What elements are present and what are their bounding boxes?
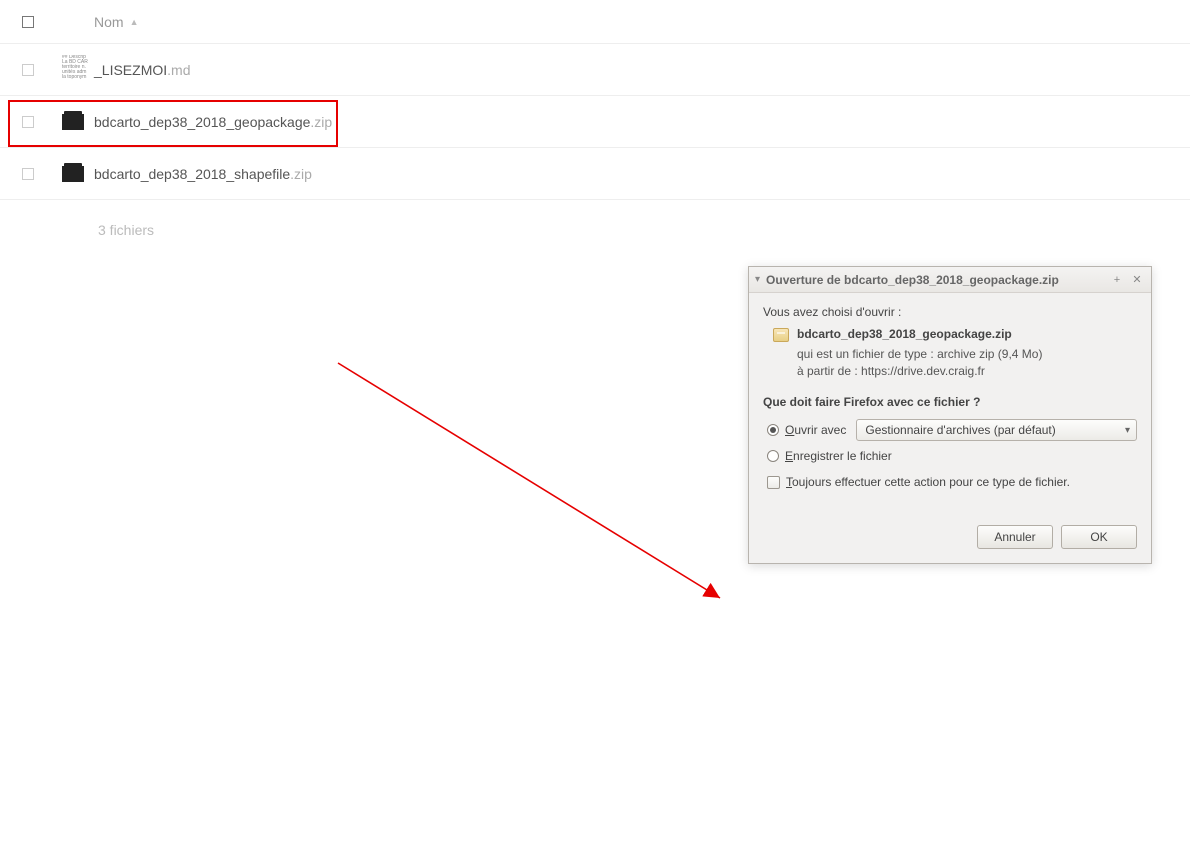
file-count-summary: 3 fichiers xyxy=(0,200,1190,238)
dialog-question: Que doit faire Firefox avec ce fichier ? xyxy=(763,395,1137,409)
dialog-title: Ouverture de bdcarto_dep38_2018_geopacka… xyxy=(766,273,1105,287)
row-checkbox[interactable] xyxy=(22,64,34,76)
always-action-checkbox[interactable] xyxy=(767,476,780,489)
cancel-button[interactable]: Annuler xyxy=(977,525,1053,549)
download-dialog: ▾ Ouverture de bdcarto_dep38_2018_geopac… xyxy=(748,266,1152,564)
file-row[interactable]: bdcarto_dep38_2018_geopackage.zip xyxy=(0,96,1190,148)
column-header-name-label: Nom xyxy=(94,14,124,30)
select-all-checkbox[interactable] xyxy=(22,16,34,28)
save-file-radio[interactable] xyxy=(767,450,779,462)
zip-archive-icon xyxy=(62,166,84,182)
file-name-base: _LISEZMOI xyxy=(94,62,167,78)
chevron-down-icon: ▾ xyxy=(1125,425,1130,436)
file-icon xyxy=(34,114,94,130)
dialog-body: Vous avez choisi d'ouvrir : bdcarto_dep3… xyxy=(749,293,1151,563)
dialog-file-source-label: à partir de : xyxy=(797,364,858,378)
dialog-titlebar[interactable]: ▾ Ouverture de bdcarto_dep38_2018_geopac… xyxy=(749,267,1151,293)
open-with-app-dropdown[interactable]: Gestionnaire d'archives (par défaut) ▾ xyxy=(856,419,1137,441)
ok-button[interactable]: OK xyxy=(1061,525,1137,549)
dialog-file-source-value: https://drive.dev.craig.fr xyxy=(861,364,985,378)
dialog-file-type: qui est un fichier de type : archive zip… xyxy=(797,347,1042,361)
dialog-file-source: à partir de : https://drive.dev.craig.fr xyxy=(797,364,1042,378)
save-file-row: Enregistrer le fichier xyxy=(767,449,1137,463)
column-header-name[interactable]: Nom ▲ xyxy=(94,14,138,30)
always-action-label: Toujours effectuer cette action pour ce … xyxy=(786,475,1070,489)
archive-file-icon xyxy=(773,328,789,342)
dialog-close-button[interactable]: ✕ xyxy=(1129,272,1145,288)
file-name-ext: .md xyxy=(167,62,190,78)
row-checkbox[interactable] xyxy=(22,168,34,180)
dialog-intro-text: Vous avez choisi d'ouvrir : xyxy=(763,305,1137,319)
dialog-maximize-button[interactable]: + xyxy=(1109,272,1125,288)
dialog-file-type-value: archive zip (9,4 Mo) xyxy=(937,347,1042,361)
file-name: bdcarto_dep38_2018_geopackage.zip xyxy=(94,114,332,130)
file-row[interactable]: ## Descrip La BD CAR territoire n. unité… xyxy=(0,44,1190,96)
open-with-label: Ouvrir avec xyxy=(785,423,846,437)
save-file-label: Enregistrer le fichier xyxy=(785,449,892,463)
file-name-ext: .zip xyxy=(310,114,332,130)
sort-asc-icon: ▲ xyxy=(130,17,139,27)
file-row[interactable]: bdcarto_dep38_2018_shapefile.zip xyxy=(0,148,1190,200)
file-name: _LISEZMOI.md xyxy=(94,62,190,78)
dialog-file-type-label: qui est un fichier de type : xyxy=(797,347,934,361)
zip-archive-icon xyxy=(62,114,84,130)
file-name: bdcarto_dep38_2018_shapefile.zip xyxy=(94,166,312,182)
markdown-thumbnail-icon: ## Descrip La BD CAR territoire n. unité… xyxy=(62,55,92,85)
file-list-header: Nom ▲ xyxy=(0,0,1190,44)
file-name-ext: .zip xyxy=(290,166,312,182)
file-icon: ## Descrip La BD CAR territoire n. unité… xyxy=(34,55,94,85)
dialog-filename: bdcarto_dep38_2018_geopackage.zip xyxy=(797,327,1042,341)
always-action-row: Toujours effectuer cette action pour ce … xyxy=(767,475,1137,489)
dialog-file-block: bdcarto_dep38_2018_geopackage.zip qui es… xyxy=(773,327,1137,381)
file-name-base: bdcarto_dep38_2018_shapefile xyxy=(94,166,290,182)
dialog-menu-icon[interactable]: ▾ xyxy=(755,274,760,285)
open-with-app-value: Gestionnaire d'archives (par défaut) xyxy=(865,423,1055,437)
file-list: Nom ▲ ## Descrip La BD CAR territoire n.… xyxy=(0,0,1190,238)
dialog-button-row: Annuler OK xyxy=(763,525,1137,549)
open-with-radio[interactable] xyxy=(767,424,779,436)
open-with-row: Ouvrir avec Gestionnaire d'archives (par… xyxy=(767,419,1137,441)
row-checkbox[interactable] xyxy=(22,116,34,128)
file-name-base: bdcarto_dep38_2018_geopackage xyxy=(94,114,310,130)
file-icon xyxy=(34,166,94,182)
